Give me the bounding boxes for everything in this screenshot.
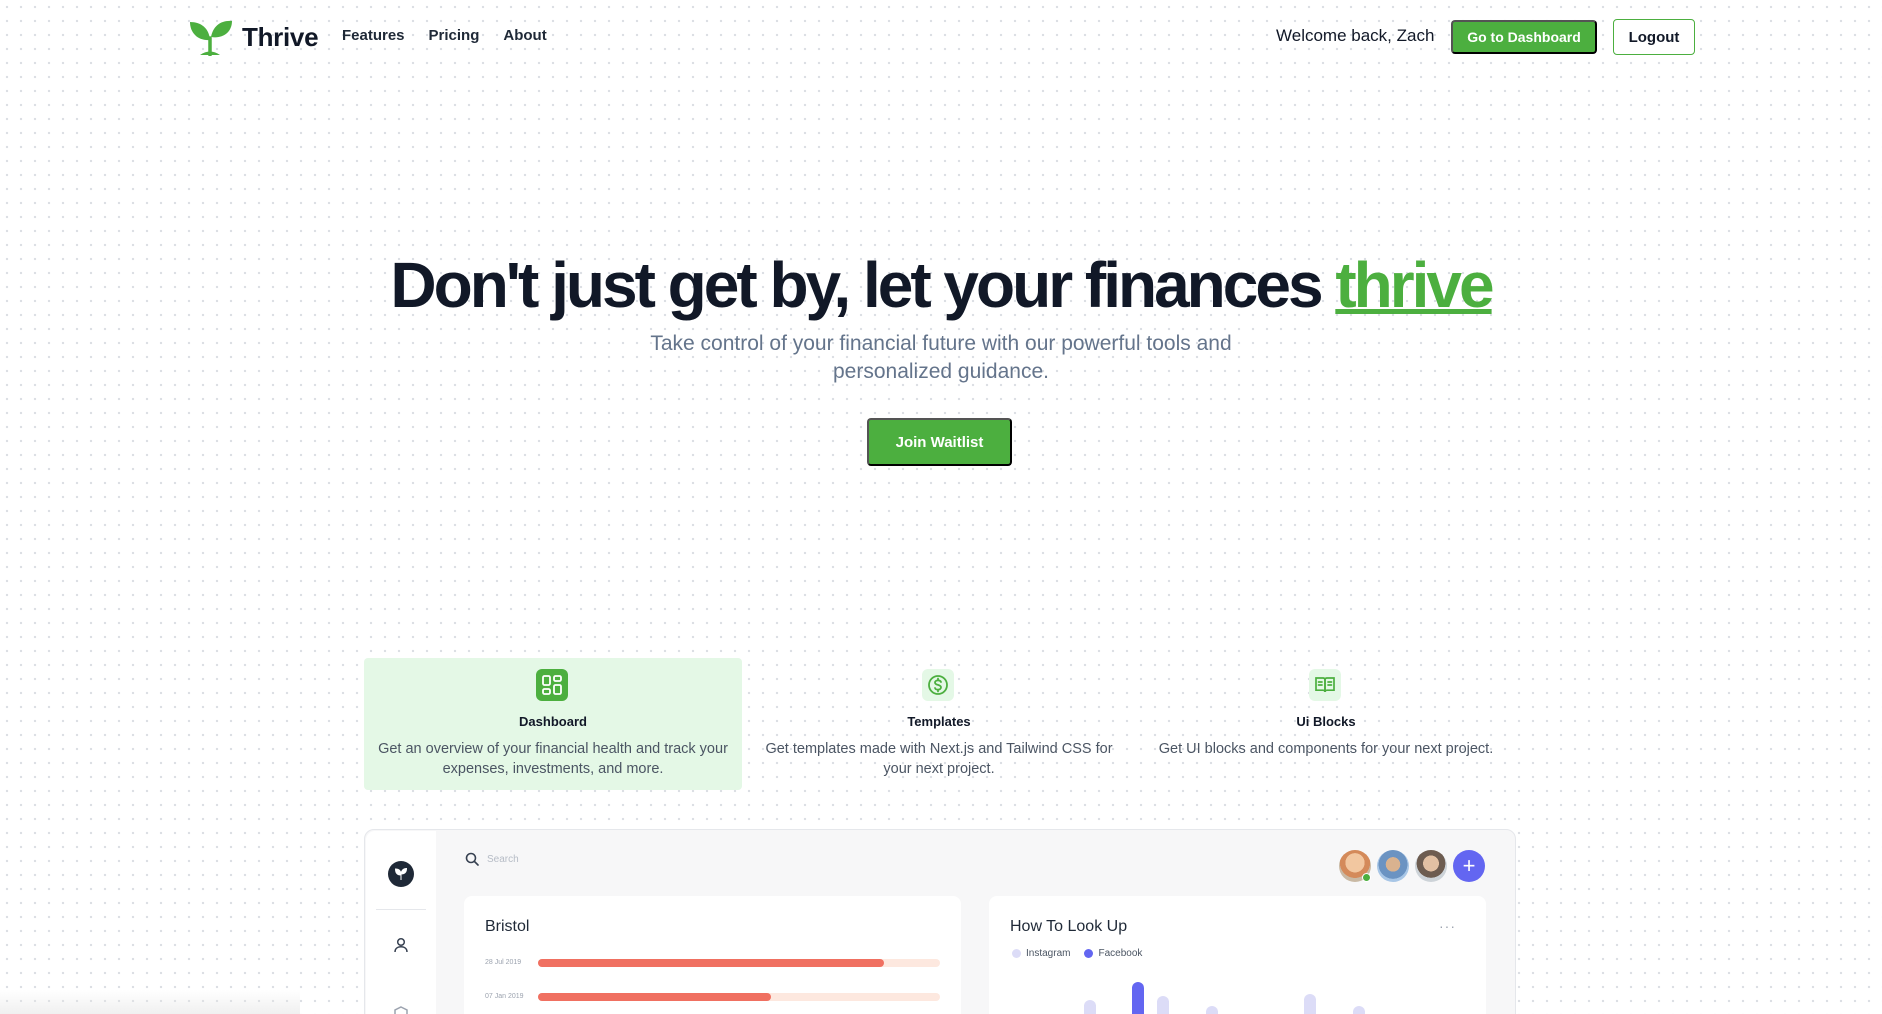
preview-sidebar	[366, 831, 436, 1014]
book-open-icon	[1309, 669, 1341, 701]
feature-description: Get templates made with Next.js and Tail…	[765, 741, 1113, 777]
hero-title-accent: thrive	[1335, 249, 1494, 321]
chart-bar	[1084, 1000, 1096, 1014]
feature-title: Ui Blocks	[1296, 714, 1356, 729]
social-bar-chart	[1084, 982, 1365, 1014]
sprout-logo-icon	[190, 20, 232, 56]
team-avatars: +	[1339, 850, 1485, 882]
progress-fill	[538, 959, 884, 967]
chart-bar	[1157, 996, 1169, 1014]
online-status-dot	[1362, 873, 1371, 882]
avatar[interactable]	[1339, 850, 1371, 882]
user-icon[interactable]	[392, 936, 410, 954]
nav-links: Features Pricing About	[342, 27, 547, 44]
progress-track	[538, 959, 940, 967]
sidebar-divider	[376, 909, 426, 910]
hero-title: Don't just get by, let your finances thr…	[0, 248, 1882, 322]
hero-subtitle: Take control of your financial future wi…	[650, 332, 1232, 383]
dashboard-grid-icon	[536, 669, 568, 701]
top-nav: Thrive Features Pricing About Welcome ba…	[0, 0, 1882, 74]
row-date: 07 Jan 2019	[485, 993, 524, 1000]
nav-link-about[interactable]: About	[503, 27, 546, 44]
search-icon	[465, 852, 479, 866]
hero-title-main: Don't just get by, let your finances	[390, 249, 1336, 321]
progress-fill	[538, 993, 772, 1001]
chart-bar	[1206, 1006, 1218, 1014]
chart-bar	[1304, 994, 1316, 1014]
chart-bar	[1353, 1006, 1365, 1014]
go-to-dashboard-button[interactable]: Go to Dashboard	[1451, 20, 1597, 54]
row-date: 28 Jul 2019	[485, 959, 522, 966]
feature-description: Get UI blocks and components for your ne…	[1158, 741, 1494, 757]
shield-icon[interactable]	[392, 1005, 410, 1014]
how-to-look-up-card: How To Look Up ··· Instagram Facebook	[989, 896, 1486, 1014]
brand-name: Thrive	[242, 21, 319, 52]
logout-button[interactable]: Logout	[1613, 19, 1695, 55]
feature-tab-dashboard[interactable]: Dashboard Get an overview of your financ…	[364, 658, 742, 790]
bristol-card: Bristol 28 Jul 2019 07 Jan 2019	[464, 896, 961, 1014]
preview-logo-icon[interactable]	[388, 861, 414, 887]
feature-tab-ui-blocks[interactable]: Ui Blocks Get UI blocks and components f…	[1136, 658, 1516, 790]
progress-track	[538, 993, 940, 1001]
welcome-message: Welcome back, Zach	[1276, 26, 1435, 45]
dollar-circle-icon	[922, 669, 954, 701]
search-input[interactable]: Search	[487, 854, 519, 865]
chart-bar	[1132, 982, 1144, 1014]
nav-link-pricing[interactable]: Pricing	[429, 27, 480, 44]
avatar[interactable]	[1377, 850, 1409, 882]
dashboard-preview: Search + Bristol 28 Jul 2019 07 Jan 2019…	[364, 829, 1516, 1014]
feature-title: Templates	[907, 714, 971, 729]
feature-tab-templates[interactable]: Templates Get templates made with Next.j…	[750, 658, 1128, 790]
card-title: Bristol	[485, 918, 530, 935]
add-member-button[interactable]: +	[1453, 850, 1485, 882]
avatar[interactable]	[1415, 850, 1447, 882]
feature-description: Get an overview of your financial health…	[378, 741, 728, 777]
progress-row: 07 Jan 2019	[485, 992, 940, 1002]
join-waitlist-button[interactable]: Join Waitlist	[867, 418, 1012, 466]
nav-link-features[interactable]: Features	[342, 27, 405, 44]
feature-title: Dashboard	[519, 714, 587, 729]
progress-row: 28 Jul 2019	[485, 958, 940, 968]
preview-search[interactable]: Search	[465, 852, 519, 866]
page-edge-shadow	[0, 990, 300, 1014]
brand-logo[interactable]: Thrive	[188, 18, 319, 56]
